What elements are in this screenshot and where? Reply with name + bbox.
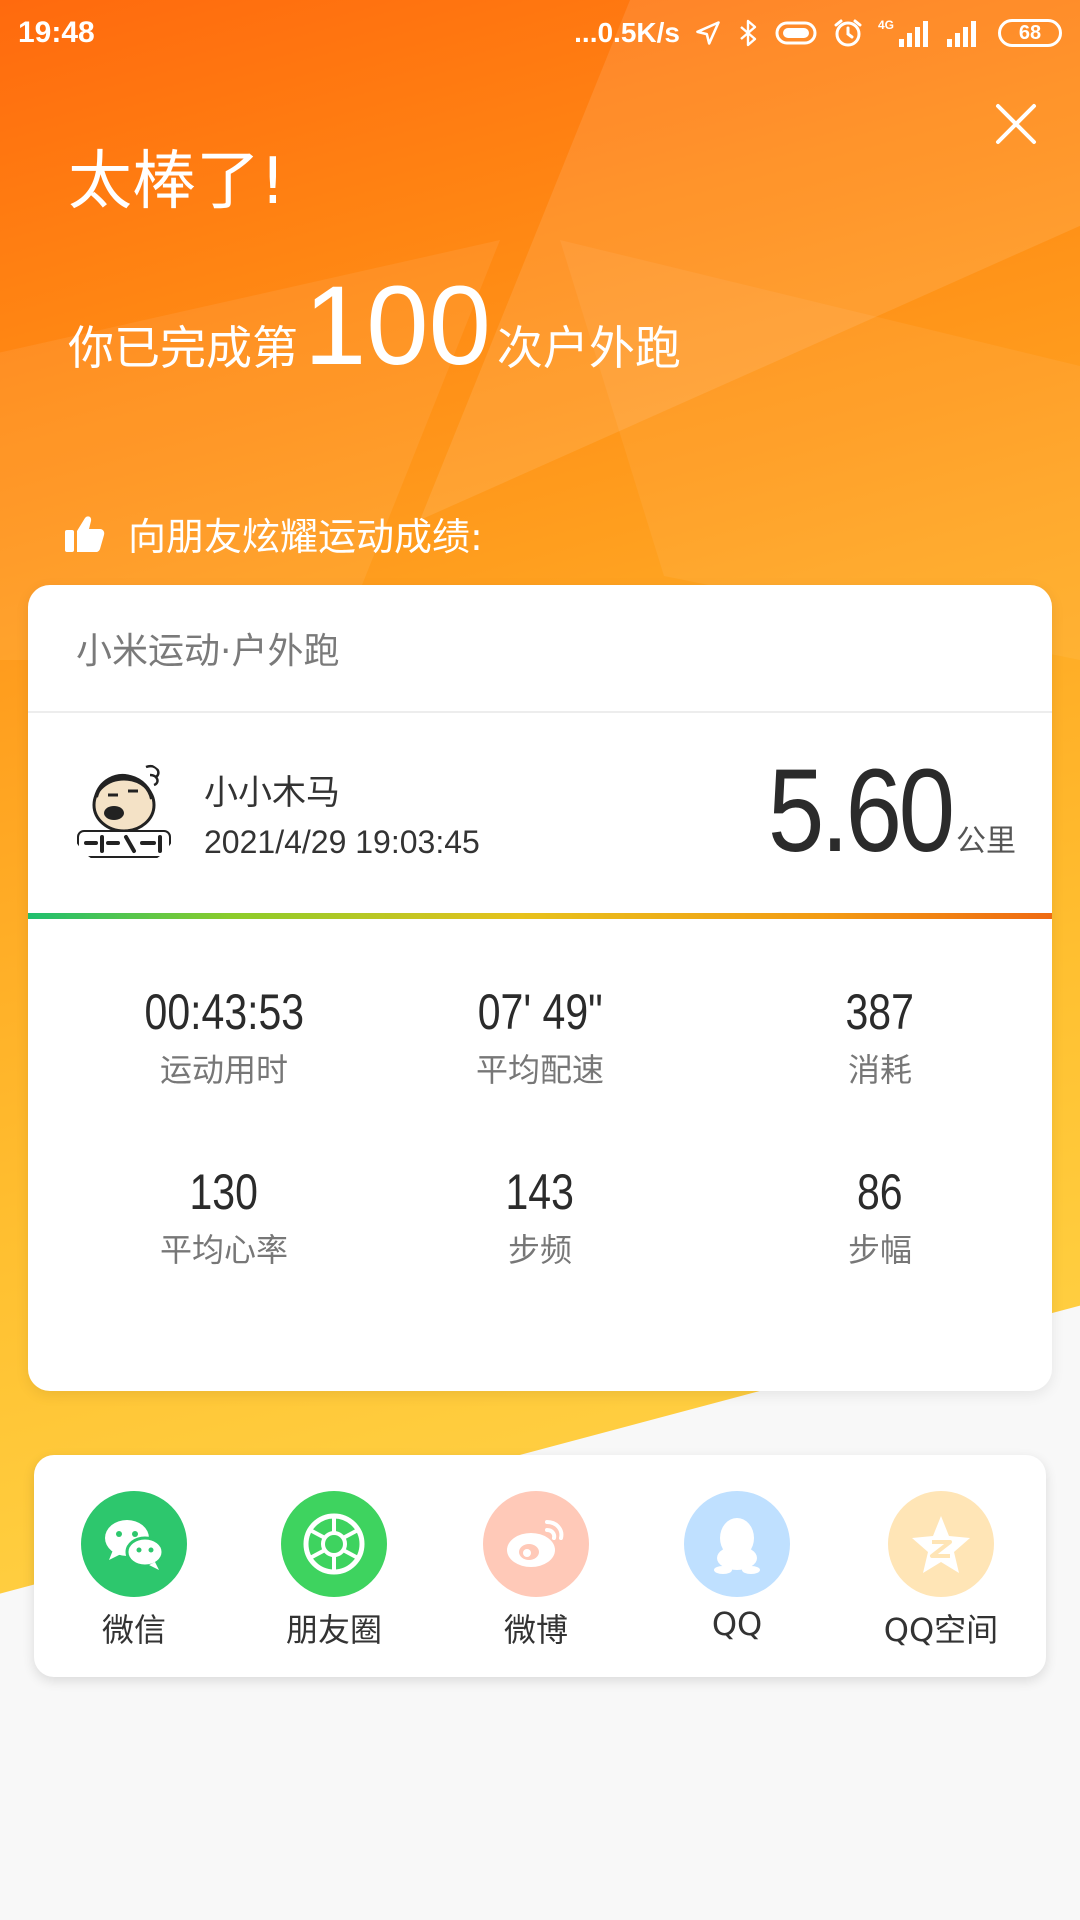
- stat-label: 步频: [507, 1231, 572, 1269]
- card-app-title: 小米运动·户外跑: [76, 631, 340, 672]
- share-label: QQ空间: [883, 1611, 999, 1649]
- share-weibo-button[interactable]: 微博: [436, 1491, 636, 1651]
- stat-value: 143: [505, 1164, 575, 1220]
- share-prompt: 向朋友炫耀运动成绩:: [64, 506, 483, 561]
- weibo-icon: [483, 1491, 589, 1597]
- stat-cadence: 143 步频: [380, 1163, 700, 1271]
- stat-value: 07' 49": [477, 984, 603, 1040]
- stat-label: 运动用时: [159, 1051, 288, 1089]
- distance-display: 5.60 公里: [738, 743, 1016, 879]
- vibrate-icon: [775, 21, 817, 45]
- stat-label: 消耗: [847, 1051, 912, 1089]
- stat-calories: 387 消耗: [720, 983, 1040, 1091]
- stat-value: 130: [189, 1164, 259, 1220]
- headline-prefix: 你已完成第: [68, 321, 298, 375]
- battery-indicator: 68: [998, 19, 1062, 47]
- status-bar: 19:48 ...0.5K/s 4G 68: [0, 0, 1080, 66]
- signal-group: 4G: [878, 19, 932, 47]
- progress-gradient-bar: [28, 913, 1052, 919]
- stat-value: 387: [845, 984, 915, 1040]
- alarm-icon: [834, 19, 862, 47]
- stat-value: 86: [857, 1164, 903, 1220]
- result-card: 小米运动·户外跑 小小木马 2021/4/29 19:03:45 5.60 公里…: [28, 585, 1052, 1391]
- distance-value: 5.60: [768, 745, 955, 877]
- share-label: 微信: [101, 1611, 166, 1649]
- avatar-image: [77, 764, 171, 858]
- stat-pace: 07' 49" 平均配速: [380, 983, 700, 1091]
- moments-icon: [281, 1491, 387, 1597]
- user-row: 小小木马 2021/4/29 19:03:45 5.60 公里: [28, 713, 1052, 913]
- share-qq-button[interactable]: QQ: [637, 1491, 837, 1643]
- signal-icon: [947, 21, 976, 47]
- signal-icon: [899, 21, 928, 47]
- stat-label: 平均心率: [159, 1231, 288, 1269]
- status-icons: ...0.5K/s 4G 68: [574, 17, 1062, 49]
- share-moments-button[interactable]: 朋友圈: [234, 1491, 434, 1651]
- stat-duration: 00:43:53 运动用时: [64, 983, 384, 1091]
- run-datetime: 2021/4/29 19:03:45: [204, 824, 480, 860]
- stat-stride: 86 步幅: [720, 1163, 1040, 1271]
- bluetooth-icon: [740, 19, 757, 47]
- share-screen: 19:48 ...0.5K/s 4G 68 太棒了! 你已完成第 100 次户外…: [0, 0, 1080, 1920]
- stat-label: 平均配速: [475, 1051, 604, 1089]
- share-qzone-button[interactable]: QQ空间: [841, 1491, 1041, 1651]
- qq-icon: [684, 1491, 790, 1597]
- headline-suffix: 次户外跑: [496, 321, 681, 375]
- share-panel: 微信 朋友圈 微博 QQ QQ空间: [34, 1455, 1046, 1677]
- close-button[interactable]: [992, 100, 1040, 148]
- location-icon: [696, 21, 720, 45]
- share-wechat-button[interactable]: 微信: [34, 1491, 234, 1651]
- page-title: 太棒了!: [68, 145, 286, 219]
- user-name: 小小木马: [204, 773, 340, 813]
- wechat-icon: [81, 1491, 187, 1597]
- stats-grid: 00:43:53 运动用时 07' 49" 平均配速 387 消耗 130 平均…: [28, 983, 1052, 1343]
- close-icon: [996, 104, 1036, 144]
- avatar: [68, 757, 180, 869]
- share-label: QQ: [711, 1605, 763, 1643]
- status-time: 19:48: [18, 16, 95, 49]
- network-speed: ...0.5K/s: [574, 17, 680, 48]
- share-label: 微博: [503, 1611, 568, 1649]
- stat-value: 00:43:53: [144, 984, 304, 1040]
- distance-unit: 公里: [956, 824, 1016, 859]
- qzone-icon: [888, 1491, 994, 1597]
- share-prompt-text: 向朋友炫耀运动成绩:: [128, 515, 483, 559]
- thumbs-up-icon: [65, 515, 105, 552]
- share-label: 朋友圈: [285, 1611, 382, 1649]
- achievement-headline: 你已完成第 100 次户外跑: [68, 270, 681, 382]
- card-header: 小米运动·户外跑: [28, 585, 1052, 713]
- network-type: 4G: [877, 18, 894, 32]
- run-count: 100: [304, 263, 491, 388]
- user-info: 小小木马 2021/4/29 19:03:45: [204, 765, 480, 861]
- stat-label: 步幅: [847, 1231, 912, 1269]
- stat-heart-rate: 130 平均心率: [64, 1163, 384, 1271]
